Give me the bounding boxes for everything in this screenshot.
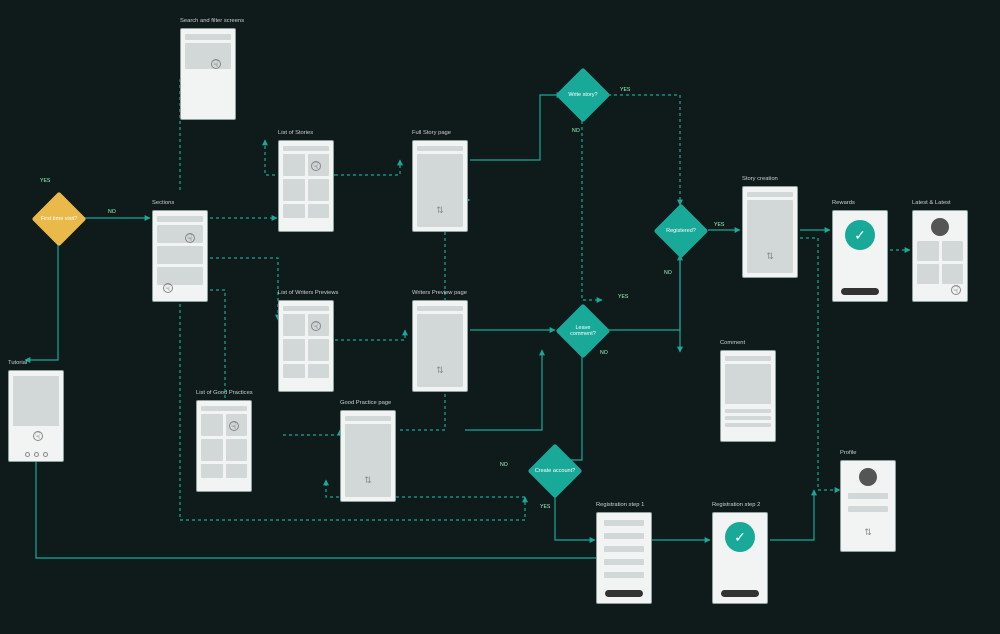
tap-icon (31, 429, 45, 443)
screen-reg-1: Registration step 1 (596, 512, 652, 604)
edge-yes: YES (618, 294, 628, 300)
screen-list-stories: List of Stories (278, 140, 334, 232)
scroll-icon (435, 365, 445, 385)
check-icon: ✓ (725, 522, 755, 552)
screen-comment: Comment (720, 350, 776, 442)
edge-yes: YES (40, 178, 50, 184)
decision-first-visit: First time visit? (32, 192, 86, 246)
screen-profile: Profile (840, 460, 896, 552)
screen-good-practice: Good Practice page (340, 410, 396, 502)
screen-search-filter: Search and filter screens (180, 28, 236, 120)
tap-icon (209, 57, 223, 71)
scroll-icon (435, 205, 445, 225)
screen-writers-preview: Writers Preview page (412, 300, 468, 392)
tap-icon (183, 231, 197, 245)
check-icon: ✓ (845, 220, 875, 250)
scroll-icon (863, 527, 873, 547)
decision-registered: Registered? (654, 204, 708, 258)
scroll-icon (765, 251, 775, 271)
edge-no: NO (572, 128, 580, 134)
tap-icon (227, 419, 241, 433)
edge-no: NO (664, 270, 672, 276)
edge-yes: YES (620, 87, 630, 93)
tap-icon (309, 159, 323, 173)
edge-no: NO (500, 462, 508, 468)
edge-yes: YES (540, 504, 550, 510)
tap-icon (161, 281, 175, 295)
screen-list-writers: List of Writers Previews (278, 300, 334, 392)
decision-write-story: Write story? (556, 68, 610, 122)
decision-create-account: Create account? (528, 444, 582, 498)
screen-tutorial: Tutorial (8, 370, 64, 462)
user-flow-diagram: First time visit? YES NO Write story? NO… (0, 0, 1000, 634)
edge-yes: YES (714, 222, 724, 228)
edge-no: NO (108, 209, 116, 215)
scroll-icon (363, 475, 373, 495)
screen-rewards: Rewards ✓ (832, 210, 888, 302)
screen-story-creation: Story creation (742, 186, 798, 278)
screen-sections: Sections (152, 210, 208, 302)
screen-list-good: List of Good Practices (196, 400, 252, 492)
screen-reg-2: Registration step 2 ✓ (712, 512, 768, 604)
avatar-icon (931, 218, 949, 236)
tap-icon (309, 319, 323, 333)
screen-full-story: Full Story page (412, 140, 468, 232)
tap-icon (949, 283, 963, 297)
screen-latest: Latest & Latest (912, 210, 968, 302)
avatar-icon (859, 468, 877, 486)
edge-no: NO (600, 350, 608, 356)
